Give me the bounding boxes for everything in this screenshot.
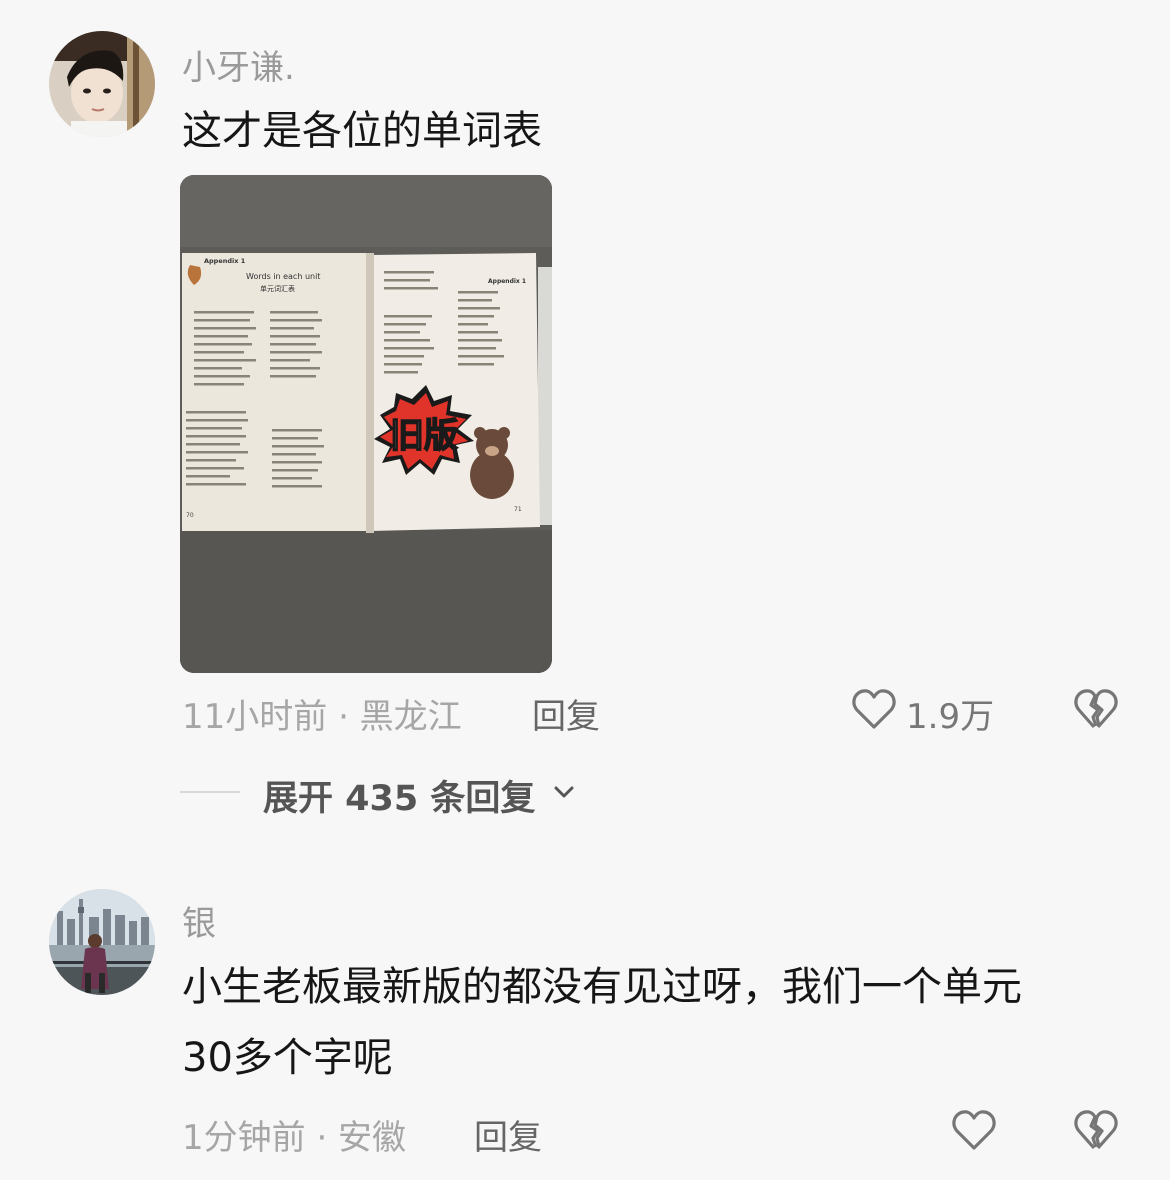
avatar[interactable] [49, 31, 155, 137]
right-page-number: 71 [514, 506, 522, 513]
heart-outline-icon[interactable] [950, 1107, 998, 1155]
left-page-subtitle: 单元词汇表 [260, 284, 295, 293]
comment-image[interactable]: 旧版 Appendix 1 Words in each unit 单元词汇表 7… [180, 175, 552, 673]
comment-item: 小牙谦. 这才是各位的单词表 旧版 Appendix 1 Words in ea… [0, 0, 1170, 840]
comment-text: 30多个字呢 [182, 1035, 393, 1081]
author-name[interactable]: 小牙谦. [182, 40, 295, 89]
left-page-header: Appendix 1 [204, 257, 246, 265]
comment-time-location: 11小时前 · 黑龙江 [182, 697, 462, 737]
comment-text: 小生老板最新版的都没有见过呀，我们一个单元 [182, 964, 1022, 1010]
like-count: 1.9万 [906, 697, 995, 737]
left-page-number: 70 [186, 512, 194, 519]
comment-text: 这才是各位的单词表 [182, 108, 542, 154]
chevron-down-icon[interactable] [550, 778, 578, 806]
reply-button[interactable]: 回复 [532, 689, 600, 738]
expand-replies-button[interactable]: 展开 435 条回复 [263, 770, 535, 821]
comment-time-location: 1分钟前 · 安徽 [182, 1118, 407, 1158]
heart-outline-icon[interactable] [850, 686, 898, 734]
reply-button[interactable]: 回复 [474, 1110, 542, 1159]
expand-divider [180, 791, 240, 793]
right-page-header: Appendix 1 [488, 278, 526, 285]
author-name[interactable]: 银 [182, 896, 216, 945]
sticker-text: 旧版 [390, 416, 458, 456]
broken-heart-icon[interactable] [1072, 1107, 1120, 1155]
avatar[interactable] [49, 889, 155, 995]
left-page-title: Words in each unit [246, 272, 320, 281]
broken-heart-icon[interactable] [1072, 686, 1120, 734]
